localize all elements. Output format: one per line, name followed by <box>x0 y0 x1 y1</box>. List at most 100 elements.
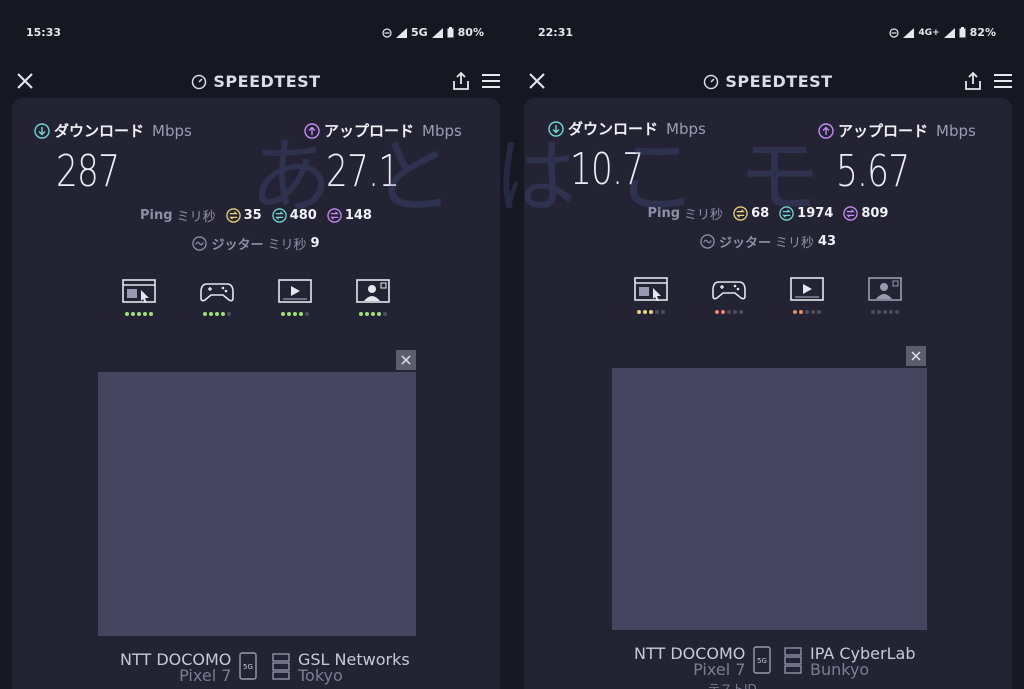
jitter-row: ジッター ミリ秒 9 <box>12 234 500 253</box>
quality-video[interactable] <box>276 278 314 316</box>
quality-dot <box>281 312 285 316</box>
menu-icon[interactable] <box>480 70 502 92</box>
download-label: ダウンロード Mbps <box>548 118 706 139</box>
ping-download: 480 <box>271 208 317 223</box>
jitter-icon <box>700 234 715 249</box>
quality-dot <box>215 312 219 316</box>
ping-label: Ping <box>647 206 681 221</box>
jitter-unit: ミリ秒 <box>267 238 307 253</box>
quality-video[interactable] <box>788 276 826 314</box>
jitter-unit: ミリ秒 <box>774 236 814 251</box>
download-value: 10.7 <box>570 144 644 195</box>
ping-upload-value: 809 <box>861 206 889 221</box>
share-icon[interactable] <box>962 70 984 92</box>
quality-dots <box>871 310 899 314</box>
video-icon <box>790 277 824 301</box>
quality-dot <box>799 310 803 314</box>
ping-download-value: 480 <box>289 208 317 223</box>
quality-dot <box>305 312 309 316</box>
ad-close-button[interactable] <box>396 350 416 370</box>
quality-gaming[interactable] <box>198 278 236 316</box>
download-arrow-icon <box>34 122 50 139</box>
dnd-icon <box>382 27 392 38</box>
jitter-label: ジッター <box>718 236 771 251</box>
menu-icon[interactable] <box>992 70 1014 92</box>
quality-dot <box>637 310 641 314</box>
quality-dot <box>715 310 719 314</box>
provider-text: NTT DOCOMO Pixel 7 <box>120 652 231 684</box>
quality-dot <box>793 310 797 314</box>
speedometer-icon <box>704 74 719 89</box>
quality-gaming[interactable] <box>710 276 748 314</box>
app-bar: SPEEDTEST <box>0 64 512 100</box>
speedometer-icon <box>192 74 207 89</box>
device-name: Pixel 7 <box>179 666 232 685</box>
quality-dot <box>209 312 213 316</box>
quality-dot <box>727 310 731 314</box>
share-icon[interactable] <box>450 70 472 92</box>
jitter-value: 9 <box>310 236 320 251</box>
app-title: SPEEDTEST <box>213 72 321 91</box>
ping-unit: ミリ秒 <box>684 208 724 223</box>
ping-idle-icon <box>225 208 241 223</box>
test-id-label[interactable]: テストID <box>708 680 757 689</box>
quality-dot <box>365 312 369 316</box>
server-info[interactable]: IPA CyberLab Bunkyo <box>784 646 915 678</box>
ad-banner[interactable] <box>98 372 416 636</box>
server-location: Bunkyo <box>810 660 870 679</box>
quality-dot <box>125 312 129 316</box>
upload-value: 27.1 <box>326 146 400 197</box>
ping-idle: 68 <box>733 206 769 221</box>
ping-row: Ping ミリ秒 35 480 148 <box>12 206 500 225</box>
quality-dot <box>643 310 647 314</box>
quality-dot <box>895 310 899 314</box>
browsing-icon <box>122 279 156 303</box>
quality-dot <box>739 310 743 314</box>
ping-download-value: 1974 <box>797 206 834 221</box>
server-text: GSL Networks Tokyo <box>298 652 410 684</box>
quality-browsing[interactable] <box>632 276 670 314</box>
server-icon <box>784 647 802 674</box>
ping-idle-icon <box>733 206 748 221</box>
quality-dots <box>715 310 743 314</box>
download-label-text: ダウンロード <box>568 120 659 138</box>
close-icon <box>911 351 921 361</box>
battery-percent: 82% <box>969 26 996 39</box>
app-title: SPEEDTEST <box>725 72 833 91</box>
server-text: IPA CyberLab Bunkyo <box>810 646 915 678</box>
ad-banner[interactable] <box>612 368 927 630</box>
jitter-label: ジッター <box>211 238 264 253</box>
quality-dots <box>359 312 387 316</box>
battery-icon <box>447 27 454 38</box>
quality-dot <box>137 312 141 316</box>
ping-download: 1974 <box>779 206 833 221</box>
quality-video-call[interactable] <box>866 276 904 314</box>
upload-label: アップロード Mbps <box>818 120 976 141</box>
server-info[interactable]: GSL Networks Tokyo <box>272 652 410 684</box>
network-type: 5G <box>410 26 428 39</box>
quality-dot <box>143 312 147 316</box>
quality-dot <box>149 312 153 316</box>
quality-browsing[interactable] <box>120 278 158 316</box>
phone-5g-icon: 5G <box>753 646 772 674</box>
signal-icon-2 <box>943 27 955 38</box>
status-bar: 15:33 5G 80% <box>0 0 512 50</box>
jitter-row: ジッター ミリ秒 43 <box>524 232 1012 251</box>
battery-icon <box>959 27 966 38</box>
upload-unit: Mbps <box>422 121 462 140</box>
jitter-icon <box>192 236 208 251</box>
upload-arrow-icon <box>304 122 320 139</box>
status-time: 22:31 <box>538 26 574 39</box>
status-time: 15:33 <box>26 26 62 39</box>
quality-dot <box>811 310 815 314</box>
download-value: 287 <box>56 146 120 197</box>
quality-dot <box>877 310 881 314</box>
quality-dots <box>125 312 153 316</box>
quality-dots <box>637 310 665 314</box>
quality-dot <box>203 312 207 316</box>
quality-dot <box>649 310 653 314</box>
ad-close-button[interactable] <box>906 346 926 366</box>
app-brand: SPEEDTEST <box>512 72 1024 91</box>
upload-label: アップロード Mbps <box>304 120 462 141</box>
quality-video-call[interactable] <box>354 278 392 316</box>
